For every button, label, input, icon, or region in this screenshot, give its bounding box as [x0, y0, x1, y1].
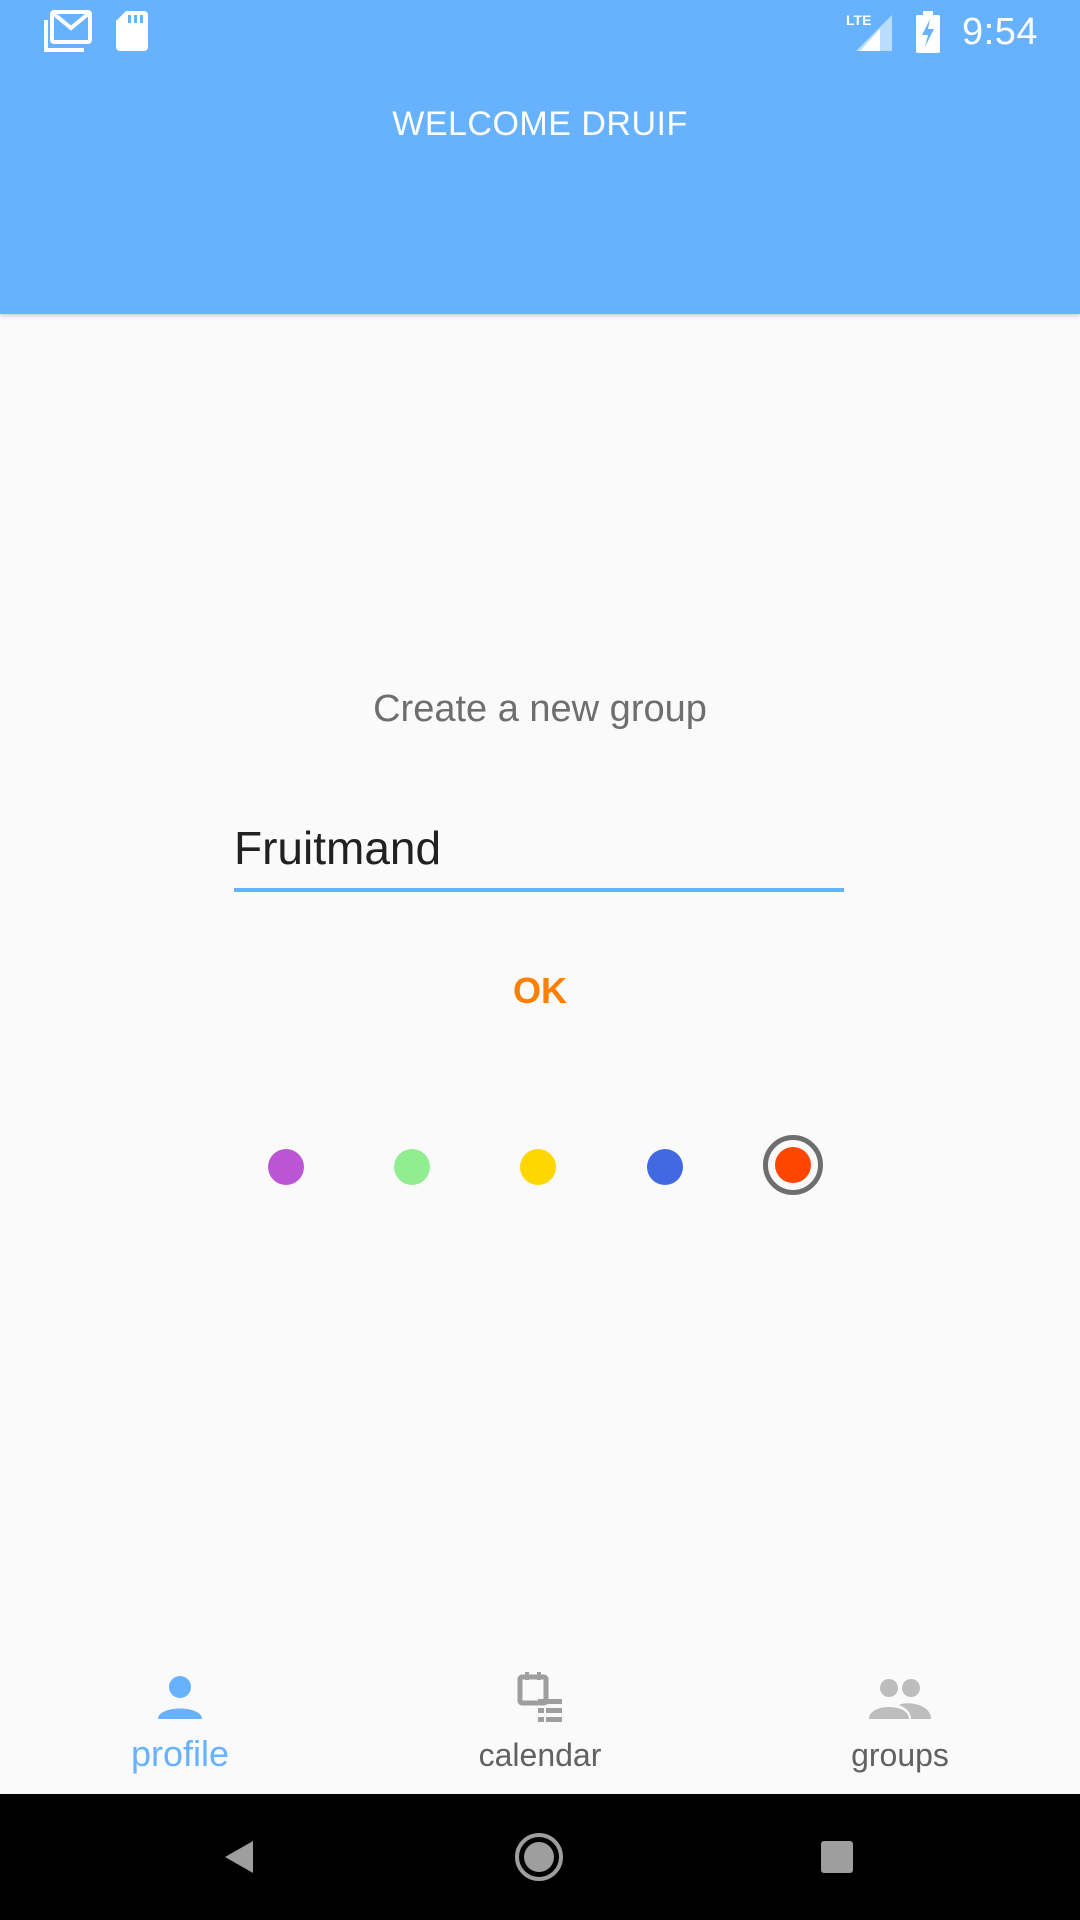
nav-label-groups: groups — [851, 1737, 949, 1773]
group-name-input[interactable] — [234, 812, 844, 884]
nav-item-calendar[interactable]: calendar — [360, 1644, 720, 1794]
app-header: LTE 9:54 WELCOME DRUIF — [0, 0, 1080, 314]
calendar-icon — [516, 1671, 564, 1727]
app-screen: LTE 9:54 WELCOME DRUIF Create a new grou… — [0, 0, 1080, 1920]
color-option-orange-red[interactable] — [763, 1135, 823, 1195]
color-option-yellow[interactable] — [503, 1132, 573, 1202]
nav-item-profile[interactable]: profile — [0, 1644, 360, 1794]
color-picker — [0, 1132, 1080, 1202]
bottom-navigation: profile calendar groups — [0, 1644, 1080, 1794]
color-option-blue[interactable] — [630, 1132, 700, 1202]
gmail-icon — [44, 10, 92, 52]
back-icon[interactable] — [206, 1824, 272, 1890]
color-option-purple[interactable] — [251, 1132, 321, 1202]
dialog-title: Create a new group — [373, 688, 707, 730]
battery-charging-icon — [916, 11, 941, 53]
group-name-field[interactable] — [234, 812, 844, 892]
system-navigation-bar — [0, 1794, 1080, 1920]
home-icon[interactable] — [506, 1824, 572, 1890]
color-swatch-selected — [775, 1147, 811, 1183]
color-option-green[interactable] — [377, 1132, 447, 1202]
color-swatch — [520, 1149, 556, 1185]
color-swatch — [647, 1149, 683, 1185]
person-icon — [156, 1671, 204, 1727]
ok-button[interactable]: OK — [470, 960, 610, 1020]
status-bar: LTE 9:54 — [0, 0, 1080, 64]
status-system: LTE 9:54 — [846, 8, 1038, 56]
color-swatch — [268, 1149, 304, 1185]
status-time: 9:54 — [962, 10, 1038, 53]
color-swatch — [394, 1149, 430, 1185]
lte-signal-icon: LTE — [846, 11, 894, 53]
nav-item-groups[interactable]: groups — [720, 1644, 1080, 1794]
sd-card-icon — [116, 11, 148, 51]
nav-label-calendar: calendar — [478, 1737, 602, 1773]
status-notifications — [44, 10, 148, 52]
group-icon — [869, 1671, 931, 1727]
svg-text:LTE: LTE — [846, 12, 871, 28]
page-title: WELCOME DRUIF — [392, 105, 688, 143]
nav-label-profile: profile — [130, 1733, 230, 1774]
recents-icon[interactable] — [804, 1824, 870, 1890]
